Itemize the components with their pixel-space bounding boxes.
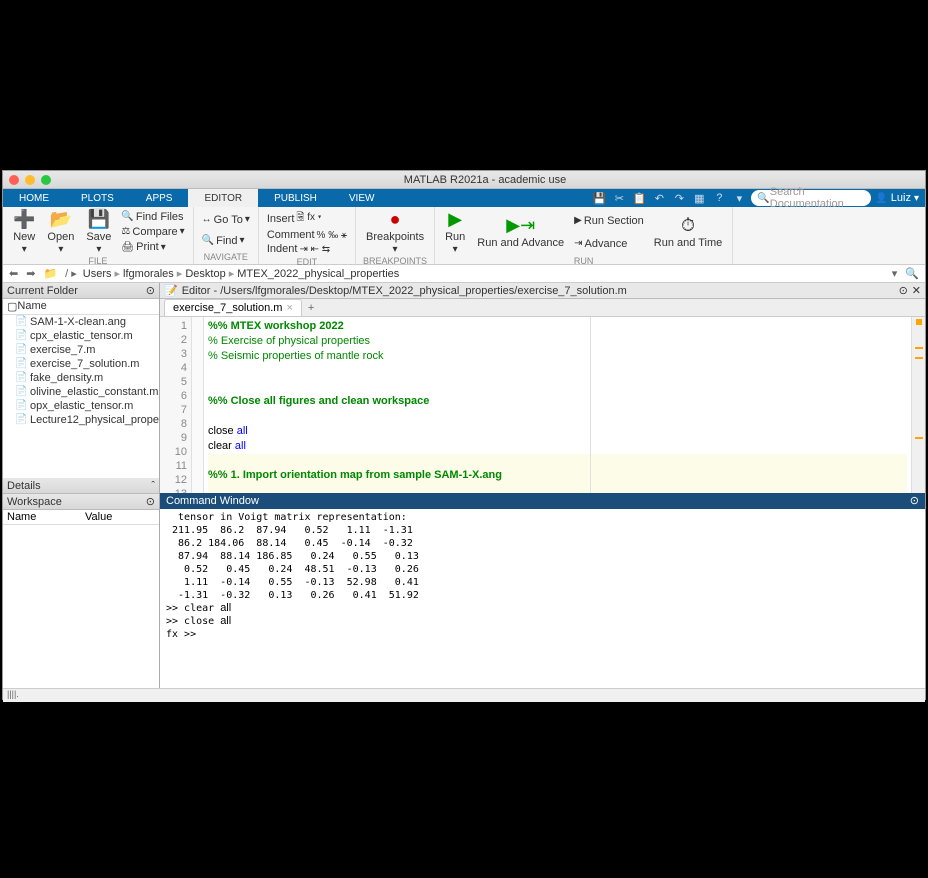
run-advance-button[interactable]: ▶⇥Run and Advance xyxy=(473,209,568,255)
bc-item[interactable]: lfgmorales xyxy=(123,268,174,280)
new-button[interactable]: ➕New▾ xyxy=(9,209,39,255)
file-list: 📄SAM-1-X-clean.ang📄cpx_elastic_tensor.m📄… xyxy=(3,315,159,478)
path-root[interactable]: / ▸ xyxy=(63,267,79,280)
breakpoints-button[interactable]: ●Breakpoints▾ xyxy=(362,209,428,255)
file-item[interactable]: 📄Lecture12_physical_propert... xyxy=(3,413,159,427)
add-tab-icon[interactable]: + xyxy=(302,300,320,316)
forward-icon[interactable]: ➡ xyxy=(24,267,37,280)
more-icon[interactable]: ▾ xyxy=(731,190,747,206)
traffic-lights xyxy=(9,175,51,185)
bc-item[interactable]: MTEX_2022_physical_properties xyxy=(237,268,399,280)
run-time-button[interactable]: ⏱Run and Time xyxy=(650,209,726,255)
panel-menu-icon[interactable]: ⊙ xyxy=(146,284,155,297)
toolstrip: ➕New▾ 📂Open▾ 💾Save▾ 🔍 Find Files ⚖ Compa… xyxy=(3,207,925,265)
copy-icon[interactable]: 📋 xyxy=(631,190,647,206)
expand-icon[interactable]: ˆ xyxy=(151,480,155,492)
open-button[interactable]: 📂Open▾ xyxy=(43,209,78,255)
comment-button[interactable]: Comment % ‰ ⚹ xyxy=(265,228,349,242)
help-icon[interactable]: ? xyxy=(711,190,727,206)
panel-menu-icon[interactable]: ⊙ xyxy=(910,494,919,507)
ws-col-name[interactable]: Name xyxy=(3,510,81,524)
file-item[interactable]: 📄exercise_7_solution.m xyxy=(3,357,159,371)
close-tab-icon[interactable]: × xyxy=(286,302,292,314)
panel-menu-icon[interactable]: ⊙ xyxy=(146,495,155,508)
layout-icon[interactable]: ▦ xyxy=(691,190,707,206)
ws-col-value[interactable]: Value xyxy=(81,510,159,524)
close-icon[interactable]: ✕ xyxy=(912,284,921,297)
user-badge[interactable]: 👤 Luiz ▾ xyxy=(875,192,919,204)
command-window-header: Command Window⊙ xyxy=(160,493,925,509)
print-button[interactable]: 🖨 Print ▾ xyxy=(119,240,186,254)
file-item[interactable]: 📄fake_density.m xyxy=(3,371,159,385)
bc-item[interactable]: Desktop xyxy=(185,268,225,280)
address-bar: ⬅ ➡ 📁 / ▸ Users▸ lfgmorales▸ Desktop▸ MT… xyxy=(3,265,925,283)
find-button[interactable]: 🔍 Find ▾ xyxy=(200,234,252,248)
file-item[interactable]: 📄olivine_elastic_constant.m xyxy=(3,385,159,399)
file-icon: 📄 xyxy=(15,386,27,398)
findfiles-button[interactable]: 🔍 Find Files xyxy=(119,210,186,224)
matlab-window: MATLAB R2021a - academic use HOME PLOTS … xyxy=(2,170,926,700)
editor-tabs: exercise_7_solution.m× + xyxy=(160,299,925,317)
tab-publish[interactable]: PUBLISH xyxy=(258,189,333,207)
file-icon: 📄 xyxy=(15,372,27,384)
tab-plots[interactable]: PLOTS xyxy=(65,189,130,207)
file-item[interactable]: 📄cpx_elastic_tensor.m xyxy=(3,329,159,343)
back-icon[interactable]: ⬅ xyxy=(7,267,20,280)
workspace-panel xyxy=(3,525,159,688)
goto-button[interactable]: ↔ Go To ▾ xyxy=(200,213,252,227)
file-icon: 📄 xyxy=(15,414,27,426)
bc-item[interactable]: Users xyxy=(83,268,112,280)
file-icon: 📄 xyxy=(15,316,27,328)
tab-editor[interactable]: EDITOR xyxy=(188,189,258,207)
panel-menu-icon[interactable]: ⊙ xyxy=(899,284,908,297)
workspace-header: Workspace⊙ xyxy=(3,494,159,510)
file-icon: 📄 xyxy=(15,400,27,412)
warning-indicator-icon[interactable] xyxy=(916,319,922,325)
file-item[interactable]: 📄exercise_7.m xyxy=(3,343,159,357)
status-bar: ||||. xyxy=(3,688,925,702)
toolstrip-tabs: HOME PLOTS APPS EDITOR PUBLISH VIEW 💾 ✂ … xyxy=(3,189,925,207)
doc-icon: 📝 xyxy=(164,284,178,297)
details-header[interactable]: Detailsˆ xyxy=(3,478,159,494)
editor-header: 📝 Editor - /Users/lfgmorales/Desktop/MTE… xyxy=(160,283,925,299)
file-icon: 📄 xyxy=(15,344,27,356)
tab-view[interactable]: VIEW xyxy=(333,189,391,207)
search-placeholder: Search Documentation xyxy=(770,186,866,210)
breadcrumb: Users▸ lfgmorales▸ Desktop▸ MTEX_2022_ph… xyxy=(83,267,399,280)
search-path-icon[interactable]: 🔍 xyxy=(903,267,921,280)
file-icon: 📄 xyxy=(15,330,27,342)
run-button[interactable]: ▶Run▾ xyxy=(441,209,469,255)
insert-button[interactable]: Insert 🗟 fx ▾ xyxy=(265,209,349,228)
search-input[interactable]: 🔍 Search Documentation xyxy=(751,190,871,206)
compare-button[interactable]: ⚖ Compare ▾ xyxy=(119,225,186,239)
redo-icon[interactable]: ↷ xyxy=(671,190,687,206)
tab-home[interactable]: HOME xyxy=(3,189,65,207)
minimize-icon[interactable] xyxy=(25,175,35,185)
maximize-icon[interactable] xyxy=(41,175,51,185)
file-item[interactable]: 📄SAM-1-X-clean.ang xyxy=(3,315,159,329)
code-editor[interactable]: 1234567891011121314151617181920212223242… xyxy=(160,317,925,493)
command-window[interactable]: tensor in Voigt matrix representation: 2… xyxy=(160,509,925,689)
indent-button[interactable]: Indent ⇥ ⇤ ⇆ xyxy=(265,242,349,256)
advance-button[interactable]: ⇥ Advance xyxy=(572,237,646,251)
file-icon: 📄 xyxy=(15,358,27,370)
file-col-header[interactable]: ▢ Name xyxy=(3,299,159,315)
cut-icon[interactable]: ✂ xyxy=(611,190,627,206)
editor-tab[interactable]: exercise_7_solution.m× xyxy=(164,299,302,316)
path-dropdown-icon[interactable]: ▾ xyxy=(890,267,900,280)
window-title: MATLAB R2021a - academic use xyxy=(51,174,919,186)
tab-apps[interactable]: APPS xyxy=(130,189,189,207)
file-item[interactable]: 📄opx_elastic_tensor.m xyxy=(3,399,159,413)
run-section-button[interactable]: ▶ Run Section xyxy=(572,214,646,228)
up-icon[interactable]: 📁 xyxy=(41,267,59,280)
current-folder-header: Current Folder ⊙ xyxy=(3,283,159,299)
close-icon[interactable] xyxy=(9,175,19,185)
undo-icon[interactable]: ↶ xyxy=(651,190,667,206)
code-scrollbar[interactable] xyxy=(911,317,925,493)
save-button[interactable]: 💾Save▾ xyxy=(82,209,115,255)
save-icon[interactable]: 💾 xyxy=(591,190,607,206)
